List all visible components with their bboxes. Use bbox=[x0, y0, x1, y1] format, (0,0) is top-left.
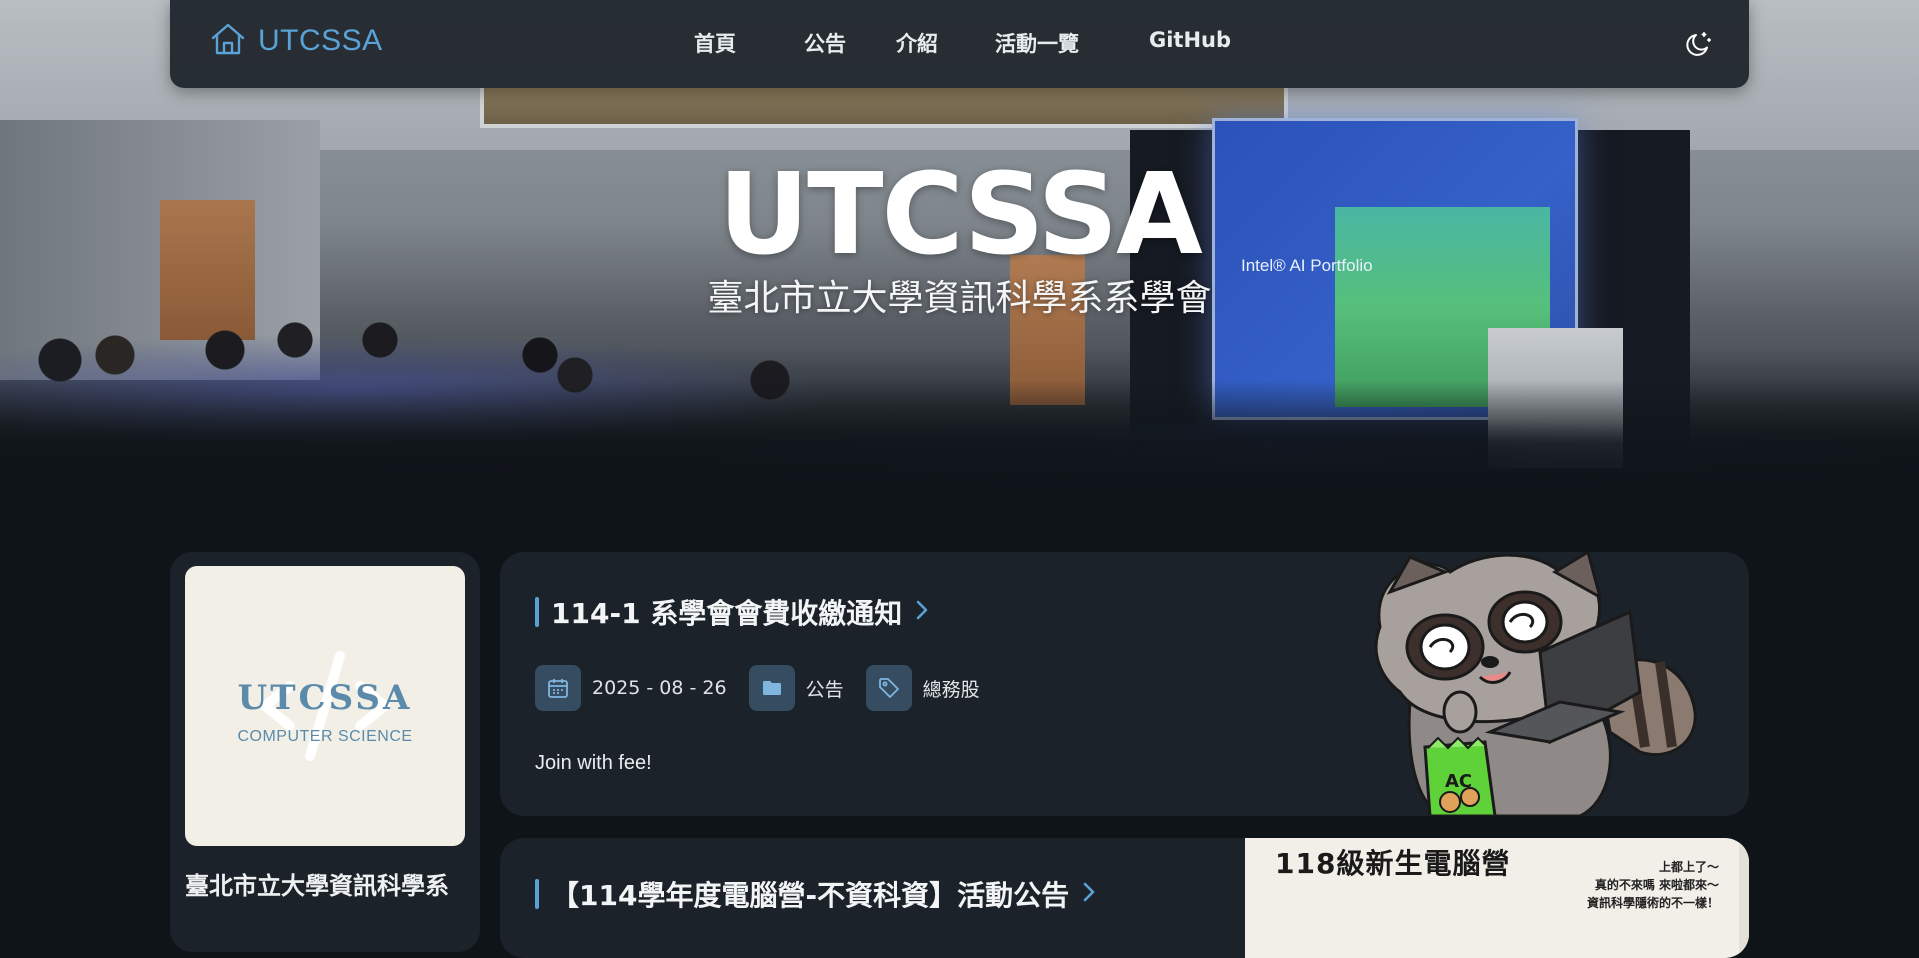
brand-home-link[interactable]: UTCSSA bbox=[210, 22, 383, 60]
home-icon bbox=[210, 22, 246, 60]
hero-title: UTCSSA bbox=[718, 150, 1203, 280]
poster-title: 118級新生電腦營 bbox=[1275, 847, 1511, 880]
post-meta: 2025 - 08 - 26 公告 總務股 bbox=[535, 665, 1002, 711]
nav-events[interactable]: 活動一覽 bbox=[995, 28, 1079, 58]
nav-about[interactable]: 介紹 bbox=[896, 28, 938, 58]
chevron-right-icon bbox=[1081, 880, 1097, 908]
post-date: 2025 - 08 - 26 bbox=[592, 677, 727, 699]
poster-edge bbox=[1739, 838, 1749, 958]
tag-icon bbox=[865, 665, 912, 711]
folder-icon bbox=[748, 665, 795, 711]
calendar-icon bbox=[535, 665, 581, 711]
post-title-link[interactable]: 【114學年度電腦營-不資科資】活動公告 bbox=[535, 874, 1097, 914]
post-excerpt: Join with fee! bbox=[535, 752, 652, 774]
hero-subtitle: 臺北市立大學資訊科學系系學會 bbox=[707, 278, 1212, 319]
nav-announcements[interactable]: 公告 bbox=[804, 28, 846, 58]
nav-github[interactable]: GitHub bbox=[1149, 28, 1231, 52]
post-card[interactable]: 【114學年度電腦營-不資科資】活動公告 118級新生電腦營 上都上了～ 真的不… bbox=[500, 838, 1749, 958]
logo-wordmark: UTCSSA bbox=[237, 678, 413, 718]
hero-fade bbox=[0, 380, 1919, 495]
hero-photo-ceiling-panel bbox=[480, 88, 1288, 128]
title-accent-bar bbox=[535, 879, 539, 909]
title-accent-bar bbox=[535, 597, 539, 627]
post-card[interactable]: 114-1 系學會會費收繳通知 2025 - 08 - 26 公告 總務股 Jo… bbox=[500, 552, 1749, 816]
profile-card: UTCSSA COMPUTER SCIENCE 臺北市立大學資訊科學系 bbox=[170, 552, 480, 952]
post-title: 【114學年度電腦營-不資科資】活動公告 bbox=[551, 879, 1070, 912]
raccoon-illustration: AC bbox=[1374, 552, 1697, 816]
post-tag[interactable]: 總務股 bbox=[923, 675, 980, 702]
event-poster: 118級新生電腦營 上都上了～ 真的不來嗎 來啦都來～ 資訊科學隱術的不一樣！ bbox=[1245, 838, 1749, 958]
top-navbar: UTCSSA 首頁 公告 介紹 活動一覽 GitHub bbox=[170, 0, 1749, 88]
nav-home[interactable]: 首頁 bbox=[694, 28, 736, 58]
post-title: 114-1 系學會會費收繳通知 bbox=[551, 597, 903, 630]
moon-icon[interactable] bbox=[1685, 30, 1713, 62]
brand-name: UTCSSA bbox=[258, 24, 383, 57]
poster-line: 真的不來嗎 來啦都來～ bbox=[1594, 878, 1719, 892]
chevron-right-icon bbox=[914, 598, 930, 626]
post-category[interactable]: 公告 bbox=[806, 675, 844, 702]
logo-tagline: COMPUTER SCIENCE bbox=[237, 728, 413, 745]
profile-name: 臺北市立大學資訊科學系 bbox=[185, 872, 449, 900]
club-logo: UTCSSA COMPUTER SCIENCE bbox=[185, 566, 465, 846]
post-title-link[interactable]: 114-1 系學會會費收繳通知 bbox=[535, 592, 930, 632]
poster-line: 上都上了～ bbox=[1658, 860, 1719, 874]
